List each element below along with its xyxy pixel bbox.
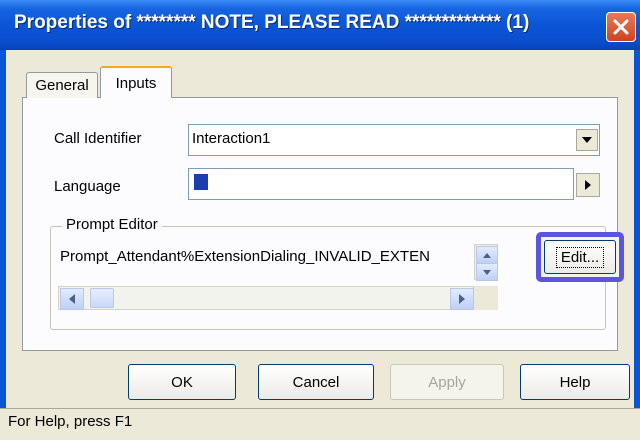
scroll-right-button[interactable] (450, 288, 474, 310)
language-text-selection (194, 174, 208, 190)
tab-inputs-label: Inputs (115, 74, 157, 92)
scroll-thumb[interactable] (90, 288, 114, 308)
scrollbar-corner (474, 286, 498, 310)
cancel-button[interactable]: Cancel (258, 364, 374, 400)
scroll-up-button[interactable] (476, 246, 498, 264)
edit-button[interactable]: Edit... (544, 240, 616, 274)
scroll-left-icon (69, 294, 75, 304)
prompt-vertical-scrollbar[interactable] (474, 244, 498, 281)
language-label: Language (54, 178, 121, 195)
scroll-right-icon (459, 294, 465, 304)
window-border-left (0, 50, 6, 408)
apply-button-label: Apply (428, 373, 466, 391)
close-icon (613, 19, 629, 35)
prompt-horizontal-scrollbar[interactable] (58, 286, 474, 310)
scroll-left-button[interactable] (60, 288, 84, 310)
scroll-down-icon (483, 269, 491, 275)
status-text: For Help, press F1 (8, 413, 133, 430)
help-button-label: Help (559, 373, 591, 391)
tab-general-label: General (35, 77, 89, 94)
language-expand-button[interactable] (576, 173, 600, 197)
prompt-editor-group (50, 226, 606, 330)
scroll-down-button[interactable] (476, 263, 498, 281)
dropdown-arrow-icon (582, 137, 592, 143)
tab-general[interactable]: General (26, 72, 98, 98)
cancel-button-label: Cancel (292, 373, 340, 391)
call-identifier-value: Interaction1 (192, 130, 271, 147)
scroll-up-icon (483, 252, 491, 258)
tab-inputs[interactable]: Inputs (100, 66, 172, 98)
edit-button-label: Edit... (555, 246, 605, 268)
apply-button[interactable]: Apply (390, 364, 504, 400)
language-input[interactable] (188, 168, 574, 200)
call-identifier-dropdown-button[interactable] (576, 129, 598, 151)
ok-button-label: OK (171, 373, 193, 391)
close-button[interactable] (606, 12, 636, 42)
help-button[interactable]: Help (520, 364, 630, 400)
right-arrow-icon (585, 180, 591, 190)
prompt-text[interactable]: Prompt_Attendant%ExtensionDialing_INVALI… (60, 248, 472, 265)
window-title: Properties of ******** NOTE, PLEASE READ… (14, 12, 530, 33)
call-identifier-label: Call Identifier (54, 130, 142, 147)
window-border-right (634, 50, 640, 408)
prompt-editor-label: Prompt Editor (62, 216, 162, 233)
ok-button[interactable]: OK (128, 364, 236, 400)
